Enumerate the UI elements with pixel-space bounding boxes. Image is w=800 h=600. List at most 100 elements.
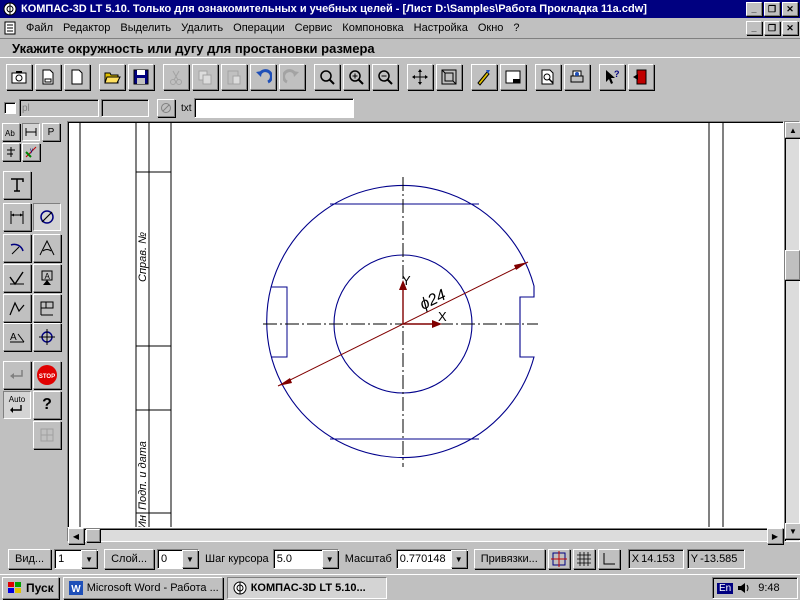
pl-field[interactable]: pl (19, 99, 99, 117)
grid-button[interactable] (572, 549, 595, 569)
menu-settings[interactable]: Настройка (409, 22, 473, 34)
tab-parameters[interactable]: P (42, 123, 60, 141)
zoom-window-button[interactable] (314, 64, 340, 90)
layer-button[interactable]: Слой... (104, 549, 154, 569)
diameter-dimension-button[interactable] (33, 203, 61, 231)
orthogonal-mode-button[interactable] (597, 549, 620, 569)
text-tool-button[interactable] (3, 171, 31, 199)
no-symbol-button[interactable] (157, 99, 175, 117)
document-icon[interactable] (2, 20, 18, 36)
menu-service[interactable]: Сервис (290, 22, 338, 34)
menu-operations[interactable]: Операции (228, 22, 289, 34)
vertical-scroll-thumb[interactable] (785, 250, 800, 280)
menu-delete[interactable]: Удалить (176, 22, 228, 34)
print-button[interactable] (564, 64, 590, 90)
view-dropdown-arrow[interactable]: ▼ (81, 550, 98, 568)
drawing-svg[interactable]: Справ. № Подп. и дата Ин ϕ24 Y X (68, 122, 784, 528)
print-preview-button[interactable] (535, 64, 561, 90)
leader-line-button[interactable] (3, 294, 31, 322)
show-all-button[interactable] (436, 64, 462, 90)
crosshair-icon (39, 329, 55, 345)
help-button[interactable]: ? (33, 391, 61, 419)
doc-restore-button[interactable]: ❐ (764, 21, 780, 35)
new-document-button[interactable] (64, 64, 90, 90)
menu-select[interactable]: Выделить (115, 22, 176, 34)
scale-combo[interactable]: 0.770148 ▼ (395, 549, 468, 569)
scale-dropdown-arrow[interactable]: ▼ (450, 550, 467, 568)
copy-button[interactable] (192, 64, 218, 90)
scroll-down-button[interactable]: ▼ (785, 523, 800, 539)
axis-line-button[interactable] (33, 323, 61, 351)
new-fragment-button[interactable] (6, 64, 32, 90)
tab-dimensions[interactable] (22, 123, 40, 141)
zoom-in-button[interactable] (343, 64, 369, 90)
roughness-button[interactable] (3, 264, 31, 292)
auto-create-button[interactable]: Auto (3, 391, 31, 419)
taskbar-kompas[interactable]: КОМПАС-3D LT 5.10... (226, 576, 387, 599)
open-button[interactable] (99, 64, 125, 90)
vertical-scrollbar[interactable]: ▲ ▼ (784, 121, 800, 542)
step-combo[interactable]: 5.0 ▼ (272, 549, 339, 569)
scroll-left-button[interactable]: ◀ (68, 528, 84, 544)
scroll-right-button[interactable]: ▶ (767, 528, 783, 544)
new-sheet-button[interactable] (35, 64, 61, 90)
properties-button[interactable] (33, 421, 61, 449)
enter-button[interactable] (3, 361, 31, 389)
linear-dimension-button[interactable] (3, 203, 31, 231)
drawing-canvas[interactable]: Справ. № Подп. и дата Ин ϕ24 Y X (67, 121, 784, 528)
local-snap-button[interactable] (547, 549, 570, 569)
horizontal-scroll-thumb[interactable] (86, 529, 100, 542)
save-button[interactable] (128, 64, 154, 90)
sheet-format-button[interactable] (500, 64, 526, 90)
angular-dimension-button[interactable] (33, 234, 61, 262)
tab-measure[interactable]: y (22, 143, 40, 161)
title-bar[interactable]: КОМПАС-3D LT 5.10. Только для ознакомите… (0, 0, 800, 18)
context-help-button[interactable]: ? (599, 64, 625, 90)
redo-button[interactable] (279, 64, 305, 90)
exit-button[interactable] (628, 64, 654, 90)
tab-geometry[interactable]: Ab (2, 123, 20, 141)
position-label-button[interactable]: A (3, 323, 31, 351)
stop-button[interactable]: STOP (33, 361, 61, 389)
radial-dimension-button[interactable] (3, 234, 31, 262)
restore-button[interactable]: ❐ (764, 2, 780, 16)
gasket-outer-contour[interactable] (266, 185, 535, 458)
paste-button[interactable] (221, 64, 247, 90)
pl-checkbox[interactable] (4, 102, 16, 114)
txt-input[interactable] (193, 98, 354, 118)
zoom-out-button[interactable] (372, 64, 398, 90)
tab-edit[interactable] (2, 143, 20, 161)
step-dropdown-arrow[interactable]: ▼ (321, 550, 338, 568)
pl-value-field[interactable] (101, 99, 149, 117)
close-button[interactable]: ✕ (782, 2, 798, 16)
taskbar-word[interactable]: W Microsoft Word - Работа ... (62, 576, 223, 599)
scroll-up-button[interactable]: ▲ (785, 122, 800, 138)
doc-close-button[interactable]: ✕ (782, 21, 798, 35)
kompas-app-icon[interactable] (2, 1, 18, 17)
pan-button[interactable] (407, 64, 433, 90)
start-button[interactable]: Пуск (2, 576, 59, 599)
menu-layout[interactable]: Компоновка (337, 22, 408, 34)
base-symbol-button[interactable]: A (33, 264, 61, 292)
regenerate-button[interactable] (471, 64, 497, 90)
menu-file[interactable]: Файл (21, 22, 58, 34)
command-prompt: Укажите окружность или дугу для простано… (0, 38, 800, 58)
layer-combo[interactable]: 0 ▼ (157, 549, 199, 569)
speaker-icon[interactable] (736, 581, 750, 595)
clock[interactable]: 9:48 (758, 582, 779, 594)
doc-minimize-button[interactable]: _ (746, 21, 762, 35)
view-button[interactable]: Вид... (8, 549, 52, 569)
horizontal-scrollbar[interactable]: ◀ ▶ (67, 528, 784, 544)
menu-help[interactable]: ? (508, 22, 524, 34)
snaps-button[interactable]: Привязки... (473, 549, 545, 569)
layer-dropdown-arrow[interactable]: ▼ (182, 550, 198, 568)
minimize-button[interactable]: _ (746, 2, 762, 16)
view-combo[interactable]: 1 ▼ (54, 549, 99, 569)
menu-window[interactable]: Окно (473, 22, 509, 34)
cut-button[interactable] (163, 64, 189, 90)
undo-button[interactable] (250, 64, 276, 90)
menu-editor[interactable]: Редактор (58, 22, 115, 34)
tolerance-button[interactable] (33, 294, 61, 322)
language-indicator[interactable]: En (717, 582, 734, 594)
svg-text:STOP: STOP (39, 374, 55, 380)
